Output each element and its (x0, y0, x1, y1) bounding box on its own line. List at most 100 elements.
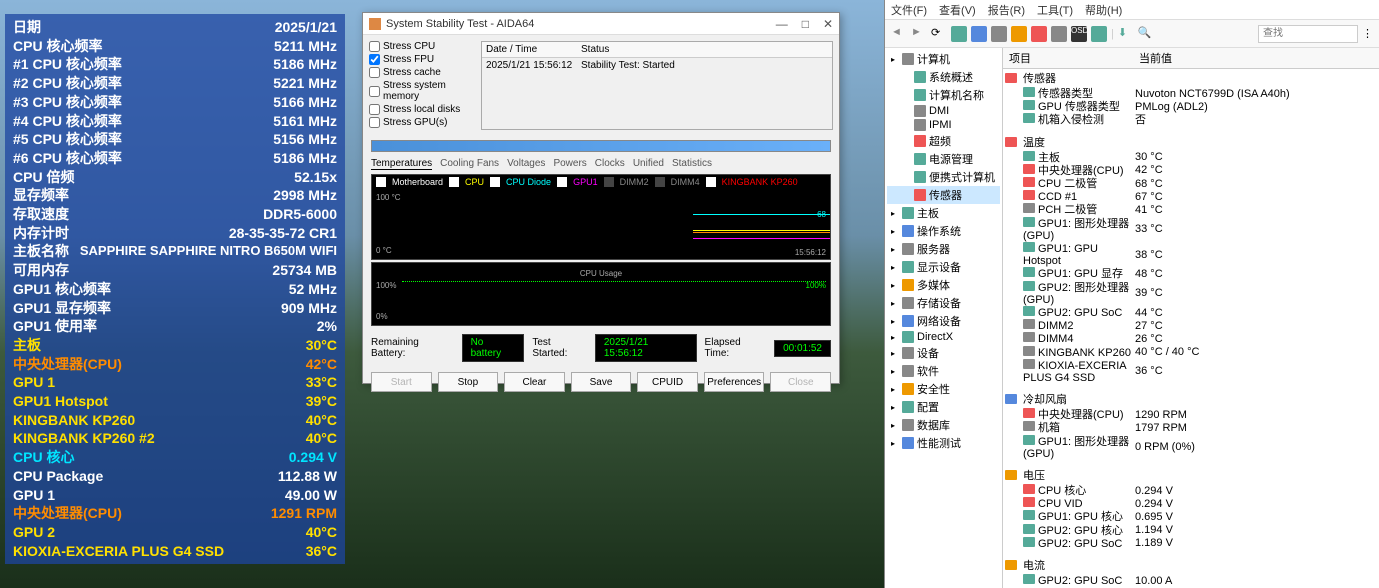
maximize-button[interactable]: □ (802, 17, 809, 31)
nav-tree[interactable]: ▸计算机系统概述计算机名称DMIIPMI超频电源管理便携式计算机传感器▸主板▸操… (885, 48, 1003, 588)
window-title: System Stability Test - AIDA64 (386, 18, 534, 30)
stress-check[interactable]: Stress GPU(s) (369, 117, 477, 128)
graph-tab[interactable]: Unified (633, 158, 664, 170)
osd-row: #3 CPU 核心频率5166 MHz (13, 93, 337, 112)
clear-button[interactable]: Clear (504, 372, 565, 392)
sensor-row: CPU 核心0.294 V (1003, 484, 1379, 497)
menu-item[interactable]: 帮助(H) (1085, 2, 1122, 17)
log-row: 2025/1/21 15:56:12 Stability Test: Start… (482, 58, 832, 73)
status-row: Remaining Battery: No battery Test Start… (363, 328, 839, 368)
back-icon[interactable]: ◄ (891, 26, 907, 42)
menu-item[interactable]: 查看(V) (939, 2, 976, 17)
stress-check[interactable]: Stress FPU (369, 54, 477, 65)
osd-row: KINGBANK KP260 #240°C (13, 429, 337, 448)
toolbar[interactable]: ◄ ► ⟳ OSD | ⬇ 🔍 ⋮ (885, 20, 1379, 48)
tree-node[interactable]: 电源管理 (887, 150, 1000, 168)
osd-row: 显存频率2998 MHz (13, 186, 337, 205)
graph-tab[interactable]: Clocks (595, 158, 625, 170)
close-button[interactable]: ✕ (823, 17, 833, 31)
graph-tabs[interactable]: Temperatures Cooling Fans Voltages Powers Cl… (363, 156, 839, 172)
tree-node[interactable]: ▸操作系统 (887, 222, 1000, 240)
stress-check[interactable]: Stress system memory (369, 80, 477, 102)
tree-node[interactable]: ▸安全性 (887, 380, 1000, 398)
tree-node[interactable]: ▸网络设备 (887, 312, 1000, 330)
toolbar-icon[interactable] (951, 26, 967, 42)
preferences-button[interactable]: Preferences (704, 372, 765, 392)
graph-tab[interactable]: Statistics (672, 158, 712, 170)
tree-node[interactable]: 便携式计算机 (887, 168, 1000, 186)
category-row: 电流 (1003, 556, 1379, 574)
tree-node[interactable]: ▸存储设备 (887, 294, 1000, 312)
osd-row: CPU 核心0.294 V (13, 448, 337, 467)
stress-check[interactable]: Stress cache (369, 67, 477, 78)
sensor-row: GPU2: 图形处理器(GPU)39 °C (1003, 281, 1379, 306)
osd-row: GPU 240°C (13, 523, 337, 542)
menu-item[interactable]: 报告(R) (988, 2, 1025, 17)
menu-item[interactable]: 工具(T) (1037, 2, 1073, 17)
tree-node[interactable]: ▸配置 (887, 398, 1000, 416)
refresh-icon[interactable]: ⟳ (931, 26, 947, 42)
menu-icon[interactable]: ⋮ (1362, 27, 1373, 40)
menu-item[interactable]: 文件(F) (891, 2, 927, 17)
sensor-row: GPU 传感器类型PMLog (ADL2) (1003, 100, 1379, 113)
progress-bar (371, 140, 831, 152)
sensor-row: KIOXIA-EXCERIA PLUS G4 SSD36 °C (1003, 359, 1379, 384)
download-icon[interactable]: ⬇ (1118, 26, 1134, 42)
category-row: 电压 (1003, 466, 1379, 484)
menu-bar[interactable]: 文件(F) 查看(V) 报告(R) 工具(T) 帮助(H) (885, 0, 1379, 20)
tree-node[interactable]: ▸服务器 (887, 240, 1000, 258)
forward-icon[interactable]: ► (911, 26, 927, 42)
temperature-graph: MotherboardCPUCPU DiodeGPU1DIMM2DIMM4KIN… (371, 174, 831, 260)
sensor-row: GPU1: GPU 显存48 °C (1003, 267, 1379, 280)
save-button[interactable]: Save (571, 372, 632, 392)
osd-row: #2 CPU 核心频率5221 MHz (13, 74, 337, 93)
tree-node[interactable]: ▸主板 (887, 204, 1000, 222)
search-icon[interactable]: 🔍 (1138, 26, 1154, 42)
tree-node[interactable]: IPMI (887, 118, 1000, 132)
graph-tab[interactable]: Powers (553, 158, 586, 170)
stop-button[interactable]: Stop (438, 372, 499, 392)
tree-node[interactable]: 系统概述 (887, 68, 1000, 86)
stress-check[interactable]: Stress CPU (369, 41, 477, 52)
cpu-usage-graph: CPU Usage 100% 0% 100% (371, 262, 831, 326)
search-input[interactable] (1258, 25, 1358, 43)
tree-node[interactable]: 超频 (887, 132, 1000, 150)
osd-row: GPU 149.00 W (13, 486, 337, 505)
graph-tab[interactable]: Cooling Fans (440, 158, 499, 170)
window-titlebar[interactable]: System Stability Test - AIDA64 — □ ✕ (363, 13, 839, 35)
toolbar-icon[interactable]: OSD (1071, 26, 1087, 42)
tree-node[interactable]: ▸DirectX (887, 330, 1000, 344)
stress-check[interactable]: Stress local disks (369, 104, 477, 115)
tree-node[interactable]: ▸性能测试 (887, 434, 1000, 452)
sensor-row: GPU1: 图形处理器(GPU)0 RPM (0%) (1003, 435, 1379, 460)
toolbar-icon[interactable] (1011, 26, 1027, 42)
app-icon (369, 18, 381, 30)
sensor-row: 中央处理器(CPU)42 °C (1003, 164, 1379, 177)
close-button[interactable]: Close (770, 372, 831, 392)
tree-node[interactable]: ▸数据库 (887, 416, 1000, 434)
sensor-list: 项目 当前值 传感器传感器类型Nuvoton NCT6799D (ISA A40… (1003, 48, 1379, 588)
sensor-row: 机箱入侵检测否 (1003, 113, 1379, 126)
tree-node[interactable]: ▸多媒体 (887, 276, 1000, 294)
toolbar-icon[interactable] (991, 26, 1007, 42)
graph-tab[interactable]: Voltages (507, 158, 545, 170)
stress-checklist: Stress CPU Stress FPU Stress cache Stress s… (369, 41, 477, 130)
sensor-row: 主板30 °C (1003, 151, 1379, 164)
tree-node[interactable]: ▸显示设备 (887, 258, 1000, 276)
tree-node[interactable]: 计算机名称 (887, 86, 1000, 104)
toolbar-icon[interactable] (1051, 26, 1067, 42)
graph-tab[interactable]: Temperatures (371, 158, 432, 170)
tree-node[interactable]: ▸设备 (887, 344, 1000, 362)
tree-node[interactable]: DMI (887, 104, 1000, 118)
tree-node[interactable]: 传感器 (887, 186, 1000, 204)
cpuid-button[interactable]: CPUID (637, 372, 698, 392)
toolbar-icon[interactable] (1031, 26, 1047, 42)
osd-row: CPU Package112.88 W (13, 467, 337, 486)
minimize-button[interactable]: — (776, 17, 788, 31)
start-button[interactable]: Start (371, 372, 432, 392)
tree-node[interactable]: ▸计算机 (887, 50, 1000, 68)
tree-node[interactable]: ▸软件 (887, 362, 1000, 380)
toolbar-icon[interactable] (1091, 26, 1107, 42)
toolbar-icon[interactable] (971, 26, 987, 42)
aida64-window: 文件(F) 查看(V) 报告(R) 工具(T) 帮助(H) ◄ ► ⟳ OSD | ⬇ … (884, 0, 1379, 588)
